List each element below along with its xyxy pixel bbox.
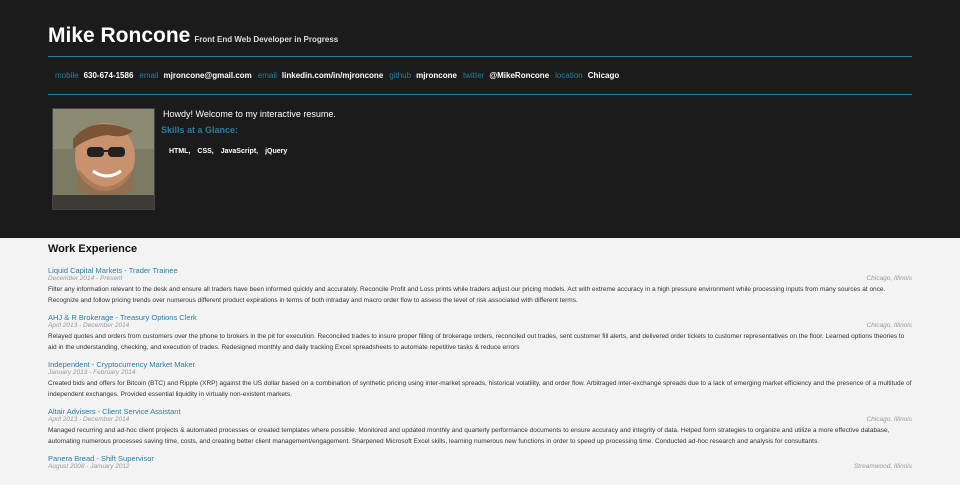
job-description: Managed recurring and ad-hoc client proj… [48,427,890,445]
work-experience-section: Work Experience Liquid Capital Markets -… [0,238,960,471]
name-row: Mike Roncone Front End Web Developer in … [48,24,912,54]
contact-value[interactable]: linkedin.com/in/mjroncone [282,71,383,80]
job-dates: December 2014 - Present [48,275,123,282]
job-description: Relayed quotes and orders from customers… [48,333,905,351]
job-meta: August 2008 - January 2012 Streamwood, I… [48,463,912,471]
contact-twitter[interactable]: twitter @MikeRoncone [463,71,549,80]
contacts-bar: mobile 630-674-1586 email mjroncone@gmai… [48,57,912,94]
profile-photo [52,108,155,210]
job-location: Chicago, Illinois [866,322,912,329]
job-dates: January 2013 - February 2014 [48,369,136,376]
job-entry: Panera Bread - Shift Supervisor August 2… [48,454,912,471]
contact-value: Chicago [587,71,620,80]
job-entry: Independent - Cryptocurrency Market Make… [48,360,912,400]
bio-section: Howdy! Welcome to my interactive resume.… [48,108,912,210]
header: Mike Roncone Front End Web Developer in … [0,0,960,238]
skill-item: JavaScript, [220,148,259,155]
contact-label: email [139,71,159,80]
work-experience-heading: Work Experience [48,243,138,255]
job-location: Chicago, Illinois [866,416,912,423]
job-entry: AHJ & R Brokerage - Treasury Options Cle… [48,313,912,353]
contact-value[interactable]: mjroncone@gmail.com [164,71,252,80]
divider [48,94,912,95]
contact-location: location Chicago [555,71,619,80]
skill-item: CSS, [197,148,214,155]
job-title-link[interactable]: Independent - Cryptocurrency Market Make… [48,360,912,369]
skill-item: jQuery [265,148,288,155]
job-description: Filter any information relevant to the d… [48,286,886,304]
job-location: Chicago, Illinois [866,275,912,282]
job-dates: April 2013 - December 2014 [48,322,130,329]
contact-label: email [257,71,277,80]
skill-item: HTML, [169,148,191,155]
job-title-link[interactable]: AHJ & R Brokerage - Treasury Options Cle… [48,313,912,322]
contact-label: github [389,71,412,80]
skills-heading: Skills at a Glance: [161,125,239,135]
job-entry: Altair Advisers - Client Service Assista… [48,407,912,447]
job-meta: April 2013 - December 2014 Chicago, Illi… [48,416,912,424]
page-title: Mike Roncone [48,24,191,47]
contact-linkedin[interactable]: email linkedin.com/in/mjroncone [258,71,383,80]
job-meta: December 2014 - Present Chicago, Illinoi… [48,275,912,283]
job-description: Created bids and offers for Bitcoin (BTC… [48,380,912,398]
skills-list: HTML, CSS, JavaScript, jQuery [169,148,336,155]
contact-value[interactable]: @MikeRoncone [489,71,549,80]
role-subtitle: Front End Web Developer in Progress [194,35,339,44]
job-title-link[interactable]: Panera Bread - Shift Supervisor [48,454,912,463]
bio-text: Howdy! Welcome to my interactive resume.… [161,108,336,210]
job-meta: January 2013 - February 2014 [48,369,912,377]
job-dates: August 2008 - January 2012 [48,463,130,470]
contact-label: location [555,71,583,80]
contact-email[interactable]: email mjroncone@gmail.com [139,71,251,80]
contact-github[interactable]: github mjroncone [389,71,457,80]
contact-value[interactable]: 630-674-1586 [84,71,134,80]
job-dates: April 2013 - December 2014 [48,416,130,423]
profile-photo-image [53,109,154,209]
welcome-message: Howdy! Welcome to my interactive resume. [163,109,336,119]
contact-mobile[interactable]: mobile 630-674-1586 [55,71,133,80]
contact-label: mobile [55,71,79,80]
job-title-link[interactable]: Altair Advisers - Client Service Assista… [48,407,912,416]
job-location: Streamwood, Illinois [853,463,912,470]
contact-label: twitter [462,71,485,80]
job-title-link[interactable]: Liquid Capital Markets - Trader Trainee [48,266,912,275]
contact-value[interactable]: mjroncone [416,71,457,80]
job-meta: April 2013 - December 2014 Chicago, Illi… [48,322,912,330]
job-entry: Liquid Capital Markets - Trader Trainee … [48,266,912,306]
